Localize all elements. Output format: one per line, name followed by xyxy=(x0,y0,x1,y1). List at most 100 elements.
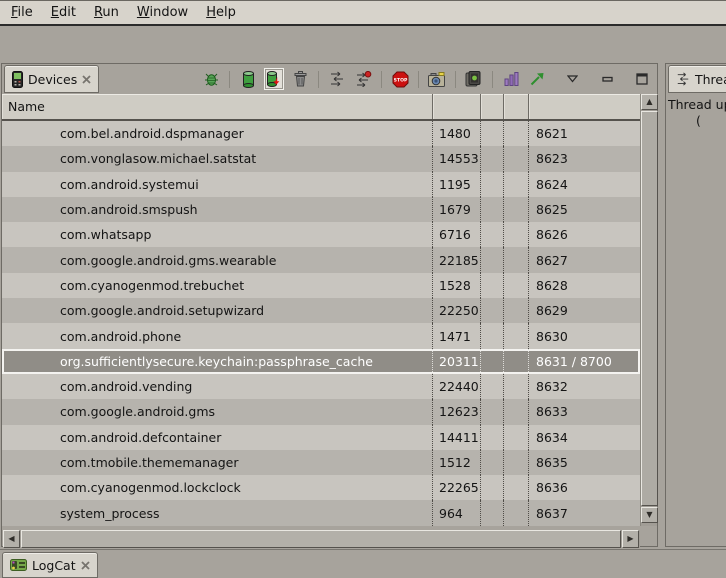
cell-pid: 22440 xyxy=(433,374,481,399)
toolbar-separator xyxy=(418,71,419,88)
cell-c2 xyxy=(504,298,529,323)
table-row[interactable]: com.android.defcontainer144118634 xyxy=(2,425,640,450)
minimize-icon[interactable] xyxy=(597,68,617,90)
cell-c1 xyxy=(481,222,504,247)
cell-port: 8626 xyxy=(529,222,640,247)
vertical-scrollbar[interactable]: ▲ ▼ xyxy=(640,94,657,526)
cell-name: com.google.android.gms xyxy=(2,399,433,424)
cell-name: com.android.phone xyxy=(2,323,433,348)
screen-capture-icon[interactable] xyxy=(427,68,447,90)
start-tracing-icon[interactable] xyxy=(527,68,547,90)
cell-port: 8635 xyxy=(529,450,640,475)
tab-threads-label: Threads xyxy=(695,72,726,87)
table-row[interactable]: com.cyanogenmod.trebuchet15288628 xyxy=(2,273,640,298)
table-row[interactable]: com.whatsapp67168626 xyxy=(2,222,640,247)
cell-port: 8634 xyxy=(529,425,640,450)
cell-name: com.bel.android.dspmanager xyxy=(2,121,433,146)
tab-threads[interactable]: Threads xyxy=(668,65,726,93)
menu-item-edit[interactable]: Edit xyxy=(42,1,85,24)
table-row[interactable]: com.vonglasow.michael.satstat145538623 xyxy=(2,146,640,171)
cell-c1 xyxy=(481,121,504,146)
cell-pid: 12623 xyxy=(433,399,481,424)
cell-c1 xyxy=(481,399,504,424)
cell-name: com.android.defcontainer xyxy=(2,425,433,450)
vertical-scrollbar-thumb[interactable] xyxy=(641,111,658,506)
table-row[interactable]: com.tmobile.thememanager15128635 xyxy=(2,450,640,475)
table-row[interactable]: com.google.android.setupwizard222508629 xyxy=(2,298,640,323)
column-header-blank-1[interactable] xyxy=(481,94,504,119)
toolbar-separator xyxy=(318,71,319,88)
horizontal-scrollbar[interactable]: ◀ ▶ xyxy=(3,530,640,548)
dump-hprof-icon[interactable] xyxy=(264,68,284,90)
update-threads-icon[interactable] xyxy=(327,68,347,90)
cell-port: 8628 xyxy=(529,273,640,298)
cell-c2 xyxy=(504,399,529,424)
scroll-left-button[interactable]: ◀ xyxy=(3,530,20,548)
menubar: FileEditRunWindowHelp xyxy=(0,0,726,26)
column-header-blank-2[interactable] xyxy=(504,94,529,119)
cell-port: 8624 xyxy=(529,172,640,197)
cell-c2 xyxy=(504,247,529,272)
close-icon[interactable] xyxy=(81,561,90,570)
table-row[interactable]: com.google.android.gms.wearable221858627 xyxy=(2,247,640,272)
ddms-window: FileEditRunWindowHelp Devices xyxy=(0,0,726,577)
cell-c2 xyxy=(504,222,529,247)
stop-process-icon[interactable]: STOP xyxy=(390,68,410,90)
column-header-port[interactable] xyxy=(529,94,640,119)
devices-tabbar: Devices xyxy=(2,64,657,94)
sysinfo-icon[interactable] xyxy=(501,68,521,90)
cell-pid: 1679 xyxy=(433,197,481,222)
cell-c1 xyxy=(481,273,504,298)
update-heap-icon[interactable] xyxy=(238,68,258,90)
menu-item-window[interactable]: Window xyxy=(128,1,197,24)
scroll-down-button[interactable]: ▼ xyxy=(641,507,658,523)
cell-port: 8636 xyxy=(529,475,640,500)
screen-record-icon[interactable] xyxy=(464,68,484,90)
table-row[interactable]: system_process9648637 xyxy=(2,500,640,525)
cell-pid: 964 xyxy=(433,500,481,525)
cell-pid: 1195 xyxy=(433,172,481,197)
horizontal-scrollbar-thumb[interactable] xyxy=(21,530,621,548)
maximize-icon[interactable] xyxy=(632,68,652,90)
cell-c1 xyxy=(481,349,504,374)
menu-item-run[interactable]: Run xyxy=(85,1,128,24)
table-row[interactable]: com.bel.android.dspmanager14808621 xyxy=(2,121,640,146)
debug-process-icon[interactable] xyxy=(201,68,221,90)
cell-c2 xyxy=(504,475,529,500)
menu-item-file[interactable]: File xyxy=(2,1,42,24)
toolbar-separator xyxy=(455,71,456,88)
scroll-up-button[interactable]: ▲ xyxy=(641,94,658,110)
cell-name: org.sufficientlysecure.keychain:passphra… xyxy=(2,349,433,374)
cell-name: com.cyanogenmod.lockclock xyxy=(2,475,433,500)
close-icon[interactable] xyxy=(82,75,91,84)
cell-pid: 20311 xyxy=(433,349,481,374)
tab-devices[interactable]: Devices xyxy=(4,65,99,93)
devices-toolbar: STOP xyxy=(201,64,652,94)
cell-c1 xyxy=(481,374,504,399)
cell-c1 xyxy=(481,197,504,222)
cell-c1 xyxy=(481,450,504,475)
view-menu-icon[interactable] xyxy=(562,68,582,90)
column-header-name[interactable]: Name xyxy=(2,94,433,119)
table-row-selected[interactable]: org.sufficientlysecure.keychain:passphra… xyxy=(2,349,640,374)
table-row[interactable]: com.google.android.gms126238633 xyxy=(2,399,640,424)
table-row[interactable]: com.cyanogenmod.lockclock222658636 xyxy=(2,475,640,500)
table-row[interactable]: com.android.systemui1195 8624 xyxy=(2,172,640,197)
cell-name: com.android.systemui xyxy=(2,172,433,197)
menu-item-help[interactable]: Help xyxy=(197,1,245,24)
scroll-right-button[interactable]: ▶ xyxy=(622,530,639,548)
thread-updates-message-line2: ( xyxy=(696,113,701,128)
table-row[interactable]: com.android.phone14718630 xyxy=(2,323,640,348)
cell-port: 8630 xyxy=(529,323,640,348)
start-method-profiling-icon[interactable] xyxy=(353,68,373,90)
cell-pid: 1528 xyxy=(433,273,481,298)
table-row[interactable]: com.android.smspush16798625 xyxy=(2,197,640,222)
table-row[interactable]: com.android.vending224408632 xyxy=(2,374,640,399)
column-header-pid[interactable] xyxy=(433,94,481,119)
cause-gc-icon[interactable] xyxy=(290,68,310,90)
cell-c2 xyxy=(504,146,529,171)
cell-c2 xyxy=(504,121,529,146)
cell-name: com.android.smspush xyxy=(2,197,433,222)
tab-logcat[interactable]: LogCat xyxy=(2,552,98,578)
cell-c2 xyxy=(504,273,529,298)
